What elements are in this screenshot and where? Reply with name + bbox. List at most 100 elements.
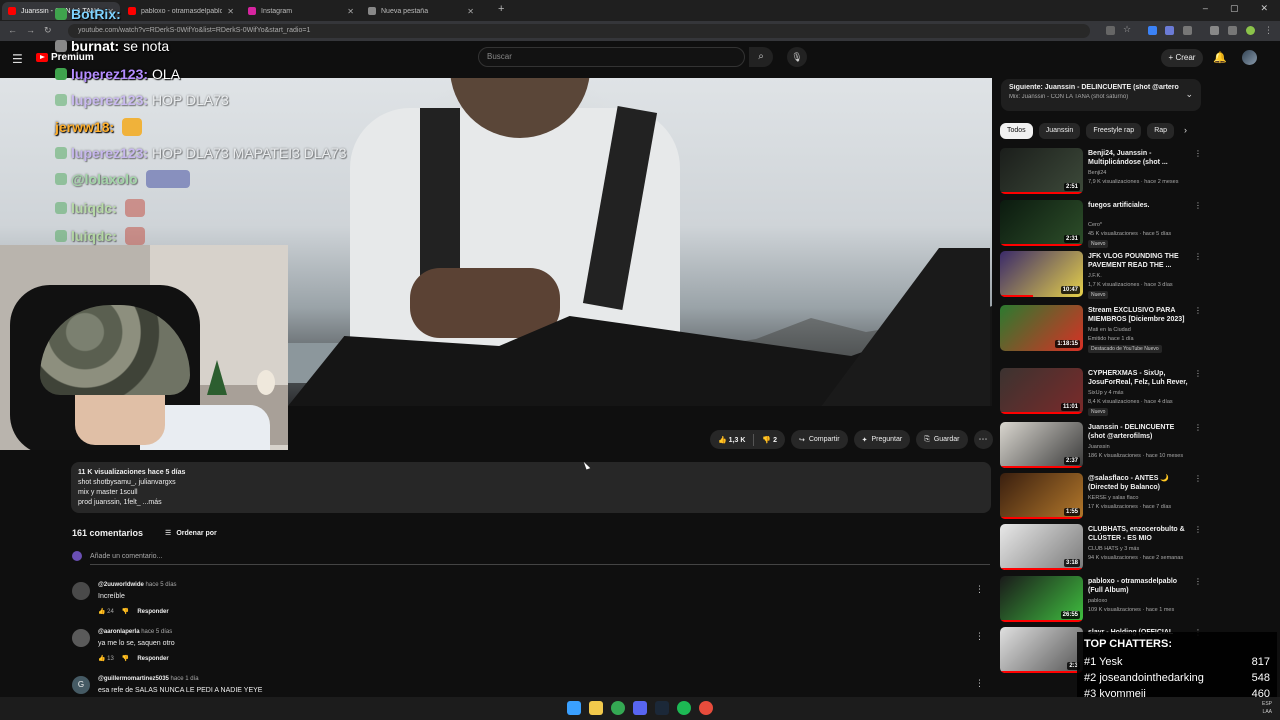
recommended-video[interactable]: 1:55 @salasflaco - ANTES 🌙 (Directed by B… bbox=[1000, 473, 1202, 521]
recommended-video[interactable]: 1:18:15 Stream EXCLUSIVO PARA MIEMBROS [D… bbox=[1000, 305, 1202, 353]
video-title[interactable]: Benji24, Juanssin - Multiplicándose (sho… bbox=[1088, 149, 1188, 167]
video-menu-icon[interactable]: ⋮ bbox=[1194, 201, 1202, 210]
maximize-button[interactable]: ▢ bbox=[1230, 3, 1239, 14]
extension-icon[interactable] bbox=[1165, 26, 1174, 35]
video-thumbnail[interactable]: 2:3 bbox=[1000, 627, 1083, 673]
dislike-button[interactable]: 👎 2 bbox=[754, 436, 785, 444]
spotify-icon[interactable] bbox=[677, 701, 691, 715]
save-button[interactable]: ⎘ Guardar bbox=[916, 430, 968, 449]
channel-name[interactable]: CLUB HATS y 3 más bbox=[1088, 546, 1139, 552]
comment-like-button[interactable]: 👍 13 bbox=[98, 655, 114, 662]
download-icon[interactable] bbox=[1210, 26, 1219, 35]
video-title[interactable]: Juanssin - DELINCUENTE (shot @arterofilm… bbox=[1088, 423, 1188, 441]
channel-name[interactable]: pabloxo bbox=[1088, 598, 1107, 604]
new-tab-button[interactable]: + bbox=[498, 3, 504, 15]
video-thumbnail[interactable]: 2:31 bbox=[1000, 200, 1083, 246]
video-title[interactable]: CLUBHATS, enzocerobulto & CLÚSTER - ES M… bbox=[1088, 525, 1188, 543]
comment-menu-icon[interactable]: ⋮ bbox=[975, 631, 984, 642]
chevron-right-icon[interactable]: › bbox=[1184, 125, 1187, 135]
notifications-bell-icon[interactable]: 🔔 bbox=[1213, 51, 1227, 64]
recommended-video[interactable]: 26:55 pabloxo - otramasdelpablo (Full Alb… bbox=[1000, 576, 1202, 624]
channel-name[interactable]: J.F.K. bbox=[1088, 273, 1102, 279]
video-thumbnail[interactable]: 2:37 bbox=[1000, 422, 1083, 468]
video-menu-icon[interactable]: ⋮ bbox=[1194, 525, 1202, 534]
comment-dislike-icon[interactable]: 👎 bbox=[122, 608, 129, 615]
back-icon[interactable]: ← bbox=[8, 25, 17, 35]
create-button[interactable]: + Crear bbox=[1161, 49, 1203, 67]
video-title[interactable]: pabloxo - otramasdelpablo (Full Album) bbox=[1088, 577, 1188, 595]
comment-author[interactable]: @aaronlaperla bbox=[98, 629, 140, 635]
comment-menu-icon[interactable]: ⋮ bbox=[975, 678, 984, 689]
more-actions-icon[interactable]: ⋯ bbox=[973, 430, 993, 449]
browser-menu-icon[interactable]: ⋮ bbox=[1264, 25, 1273, 36]
extensions-puzzle-icon[interactable] bbox=[1183, 26, 1192, 35]
filter-chip[interactable]: Rap bbox=[1147, 123, 1175, 139]
video-title[interactable]: Stream EXCLUSIVO PARA MIEMBROS [Diciembr… bbox=[1088, 306, 1188, 324]
sort-button[interactable]: ☰ Ordenar por bbox=[165, 529, 217, 538]
video-thumbnail[interactable]: 10:47 bbox=[1000, 251, 1083, 297]
mic-icon[interactable]: 🎙 bbox=[787, 47, 807, 67]
video-thumbnail[interactable]: 3:18 bbox=[1000, 524, 1083, 570]
channel-name[interactable]: Benji24 bbox=[1088, 170, 1106, 176]
video-menu-icon[interactable]: ⋮ bbox=[1194, 577, 1202, 586]
close-tab-icon[interactable]: ✕ bbox=[467, 7, 474, 16]
comment-author[interactable]: @guillermomartinez5035 bbox=[98, 676, 169, 682]
channel-name[interactable]: SixUp y 4 más bbox=[1088, 390, 1123, 396]
steam-icon[interactable] bbox=[655, 701, 669, 715]
filter-chip[interactable]: Todos bbox=[1000, 123, 1033, 139]
chevron-down-icon[interactable]: ⌄ bbox=[1185, 89, 1193, 100]
recommended-video[interactable]: 10:47 JFK VLOG POUNDING THE PAVEMENT READ… bbox=[1000, 251, 1202, 299]
video-menu-icon[interactable]: ⋮ bbox=[1194, 474, 1202, 483]
recommended-video[interactable]: 2:37 Juanssin - DELINCUENTE (shot @artero… bbox=[1000, 422, 1202, 470]
video-thumbnail[interactable]: 1:18:15 bbox=[1000, 305, 1083, 351]
account-avatar[interactable] bbox=[1242, 50, 1257, 65]
comment-like-button[interactable]: 👍 24 bbox=[98, 608, 114, 615]
start-icon[interactable] bbox=[567, 701, 581, 715]
video-title[interactable]: @salasflaco - ANTES 🌙 (Directed by Balan… bbox=[1088, 474, 1188, 492]
video-thumbnail[interactable]: 2:51 bbox=[1000, 148, 1083, 194]
extension-icon[interactable] bbox=[1148, 26, 1157, 35]
reply-button[interactable]: Responder bbox=[137, 656, 168, 662]
sidebar-icon[interactable] bbox=[1228, 26, 1237, 35]
close-window-button[interactable]: ✕ bbox=[1260, 3, 1268, 14]
profile-avatar[interactable] bbox=[1246, 26, 1255, 35]
comment-author[interactable]: @2uuworldwide bbox=[98, 582, 144, 588]
comment-menu-icon[interactable]: ⋮ bbox=[975, 584, 984, 595]
recommended-video[interactable]: 3:18 CLUBHATS, enzocerobulto & CLÚSTER - … bbox=[1000, 524, 1202, 572]
bookmark-star-icon[interactable]: ☆ bbox=[1123, 24, 1131, 35]
video-description[interactable]: 11 K visualizaciones hace 5 días shot sh… bbox=[71, 462, 991, 513]
browser-tab[interactable]: Nueva pestaña ✕ bbox=[362, 2, 480, 20]
video-thumbnail[interactable]: 26:55 bbox=[1000, 576, 1083, 622]
discord-icon[interactable] bbox=[633, 701, 647, 715]
channel-name[interactable]: KERSE y salas flaco bbox=[1088, 495, 1138, 501]
comment-avatar[interactable]: G bbox=[72, 676, 90, 694]
video-title[interactable]: JFK VLOG POUNDING THE PAVEMENT READ THE … bbox=[1088, 252, 1188, 270]
reply-button[interactable]: Responder bbox=[137, 609, 168, 615]
video-thumbnail[interactable]: 1:55 bbox=[1000, 473, 1083, 519]
minimize-button[interactable]: – bbox=[1203, 3, 1208, 14]
comment-dislike-icon[interactable]: 👎 bbox=[122, 655, 129, 662]
comment-avatar[interactable] bbox=[72, 582, 90, 600]
add-comment-input[interactable]: Añade un comentario... bbox=[90, 553, 162, 560]
video-menu-icon[interactable]: ⋮ bbox=[1194, 149, 1202, 158]
recommended-video[interactable]: 2:31 fuegos artificiales. Cero* 45 K visual… bbox=[1000, 200, 1202, 248]
filter-chip[interactable]: Juanssin bbox=[1038, 123, 1081, 139]
video-title[interactable]: fuegos artificiales. bbox=[1088, 201, 1188, 210]
app-icon[interactable] bbox=[699, 701, 713, 715]
video-menu-icon[interactable]: ⋮ bbox=[1194, 306, 1202, 315]
filter-chip[interactable]: Freestyle rap bbox=[1086, 123, 1142, 139]
video-title[interactable]: CYPHERXMAS - SixUp, JosuForReal, Felz, L… bbox=[1088, 369, 1188, 388]
up-next-panel[interactable]: Siguiente: Juanssin - DELINCUENTE (shot … bbox=[1001, 79, 1201, 111]
video-menu-icon[interactable]: ⋮ bbox=[1194, 423, 1202, 432]
video-menu-icon[interactable]: ⋮ bbox=[1194, 369, 1202, 378]
like-button[interactable]: 👍 1,3 K bbox=[710, 436, 753, 444]
recommended-video[interactable]: 11:01 CYPHERXMAS - SixUp, JosuForReal, Fe… bbox=[1000, 368, 1202, 416]
search-input[interactable]: Buscar bbox=[478, 47, 745, 67]
channel-name[interactable]: Cero* bbox=[1088, 222, 1102, 228]
recommended-video[interactable]: 2:51 Benji24, Juanssin - Multiplicándose … bbox=[1000, 148, 1202, 196]
cast-icon[interactable] bbox=[1106, 26, 1115, 35]
video-menu-icon[interactable]: ⋮ bbox=[1194, 252, 1202, 261]
search-icon[interactable]: ⌕ bbox=[749, 47, 773, 67]
video-thumbnail[interactable]: 11:01 bbox=[1000, 368, 1083, 414]
share-button[interactable]: ↪ Compartir bbox=[790, 430, 848, 449]
